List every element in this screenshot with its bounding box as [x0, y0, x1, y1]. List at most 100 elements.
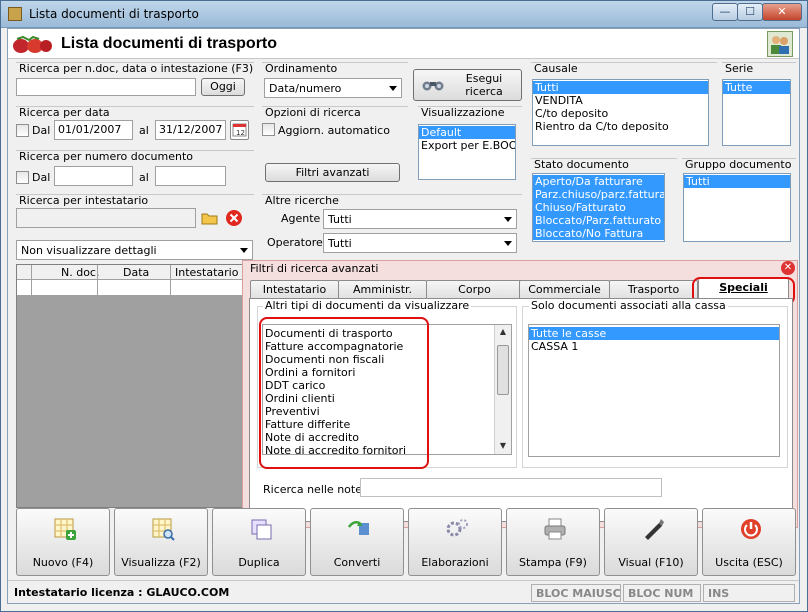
today-button[interactable]: Oggi [201, 78, 245, 96]
tab-trasporto[interactable]: Trasporto [609, 280, 698, 299]
status-bar: Intestatario licenza : GLAUCO.COM BLOC M… [8, 580, 799, 604]
run-search-label-1: Esegui [465, 72, 503, 85]
pen-icon [645, 519, 664, 540]
documents-grid[interactable]: N. doc. Data Intestatario [16, 264, 245, 508]
new-button[interactable]: Nuovo (F4) [16, 508, 110, 576]
exit-button[interactable]: Uscita (ESC) [702, 508, 796, 576]
minimize-button[interactable]: — [712, 3, 738, 21]
num-lock-indicator: BLOC NUM [623, 584, 701, 602]
doc-state-item[interactable]: Chiuso/Fatturato [533, 201, 664, 214]
grid-header: N. doc. Data Intestatario [17, 265, 245, 280]
column-header[interactable]: N. doc. [61, 266, 99, 279]
cash-item[interactable]: Tutte le casse [529, 327, 779, 340]
doc-state-label: Stato documento [534, 158, 629, 171]
chevron-down-icon [504, 217, 512, 222]
binoculars-icon [422, 81, 444, 91]
agent-combo[interactable]: Tutti [323, 209, 517, 229]
view-button[interactable]: Visualizza (F2) [114, 508, 208, 576]
number-to-field[interactable] [155, 166, 226, 186]
display-item[interactable]: Default [419, 126, 515, 139]
notes-field[interactable] [360, 478, 662, 497]
tab-amministr[interactable]: Amministr. [338, 280, 427, 299]
causale-item[interactable]: C/to deposito [533, 107, 708, 120]
causale-list[interactable]: Tutti VENDITA C/to deposito Rientro da C… [532, 79, 709, 146]
calendar-icon[interactable]: 12 [230, 120, 249, 140]
tab-commerciale[interactable]: Commerciale [519, 280, 610, 299]
ordering-combo[interactable]: Data/numero [264, 78, 402, 98]
scroll-down-icon[interactable]: ▼ [495, 439, 511, 452]
users-icon[interactable] [767, 31, 793, 57]
cash-label: Solo documenti associati alla cassa [529, 299, 728, 312]
page-title: Lista documenti di trasporto [61, 35, 278, 52]
clear-icon[interactable] [225, 209, 243, 227]
doc-state-list[interactable]: Aperto/Da fatturare Parz.chiuso/parz.fat… [532, 173, 665, 242]
window-title: Lista documenti di trasporto [29, 7, 199, 21]
date-checkbox[interactable] [16, 124, 29, 137]
date-al-label: al [139, 124, 149, 137]
search-date-label: Ricerca per data [19, 106, 110, 119]
search-options-label: Opzioni di ricerca [265, 106, 361, 119]
open-folder-icon[interactable] [201, 209, 219, 227]
print-button[interactable]: Stampa (F9) [506, 508, 600, 576]
operator-combo[interactable]: Tutti [323, 233, 517, 253]
new-button-label: Nuovo (F4) [32, 556, 94, 569]
doc-state-item[interactable]: Aperto/Da fatturare [533, 175, 664, 188]
advanced-filters-button[interactable]: Filtri avanzati [265, 163, 400, 182]
table-row[interactable] [17, 280, 245, 296]
doc-group-label: Gruppo documento [685, 158, 792, 171]
processing-button-label: Elaborazioni [421, 556, 489, 569]
holder-field[interactable] [16, 208, 196, 228]
causale-item[interactable]: VENDITA [533, 94, 708, 107]
processing-button[interactable]: Elaborazioni [408, 508, 502, 576]
view-document-icon [152, 518, 175, 541]
scroll-thumb[interactable] [497, 345, 509, 395]
auto-update-checkbox[interactable] [262, 123, 275, 136]
notes-label: Ricerca nelle note [263, 483, 362, 496]
display-item[interactable]: Export per E.BOOST [419, 139, 515, 152]
printer-icon [544, 518, 566, 540]
close-window-button[interactable]: ✕ [762, 3, 802, 21]
display-list[interactable]: Default Export per E.BOOST [418, 124, 516, 180]
close-icon[interactable]: ✕ [781, 261, 795, 275]
doc-state-item[interactable]: Bloccato/No Fattura [533, 227, 664, 240]
number-checkbox[interactable] [16, 171, 29, 184]
app-icon [8, 7, 22, 21]
caps-lock-indicator: BLOC MAIUSC [531, 584, 621, 602]
tab-intestatario[interactable]: Intestatario [250, 280, 339, 299]
view-button-label: Visualizza (F2) [121, 556, 201, 569]
agent-label: Agente : [281, 212, 328, 225]
operator-label: Operatore : [267, 236, 330, 249]
panel-title: Filtri di ricerca avanzati [250, 262, 379, 275]
details-combo[interactable]: Non visualizzare dettagli [16, 240, 253, 260]
causale-item[interactable]: Rientro da C/to deposito [533, 120, 708, 133]
column-header[interactable]: Intestatario [175, 266, 238, 279]
tab-corpo[interactable]: Corpo [426, 280, 523, 299]
date-from-field[interactable]: 01/01/2007 [54, 120, 133, 140]
visual-button[interactable]: Visual (F10) [604, 508, 698, 576]
title-bar[interactable]: Lista documenti di trasporto — ☐ ✕ [1, 1, 807, 28]
serie-list[interactable]: Tutte [722, 79, 791, 146]
doc-group-list[interactable]: Tutti [683, 173, 791, 242]
doc-types-highlight [259, 317, 429, 469]
doc-state-item[interactable]: Parz.chiuso/parz.fatturato [533, 188, 664, 201]
convert-button[interactable]: Converti [310, 508, 404, 576]
run-search-button[interactable]: Esegui ricerca [413, 69, 522, 101]
duplicate-button[interactable]: Duplica [212, 508, 306, 576]
doc-state-item[interactable]: Bloccato/Parz.fatturato [533, 214, 664, 227]
number-from-field[interactable] [54, 166, 133, 186]
panel-title-bar: Filtri di ricerca avanzati ✕ [243, 261, 797, 276]
column-header[interactable]: Data [123, 266, 149, 279]
serie-item[interactable]: Tutte [723, 81, 790, 94]
causale-item[interactable]: Tutti [533, 81, 708, 94]
convert-icon [347, 521, 369, 535]
maximize-button[interactable]: ☐ [737, 3, 763, 21]
doc-group-item[interactable]: Tutti [684, 175, 790, 188]
cash-item[interactable]: CASSA 1 [529, 340, 779, 353]
chevron-down-icon [504, 241, 512, 246]
doc-types-scrollbar[interactable]: ▲ ▼ [494, 325, 511, 454]
bottom-toolbar: Nuovo (F4) Visualizza (F2) Duplica Conve… [12, 508, 799, 578]
date-to-field[interactable]: 31/12/2007 [155, 120, 226, 140]
scroll-up-icon[interactable]: ▲ [495, 325, 511, 338]
cash-list[interactable]: Tutte le casse CASSA 1 [528, 324, 780, 457]
search-input[interactable] [16, 78, 196, 96]
